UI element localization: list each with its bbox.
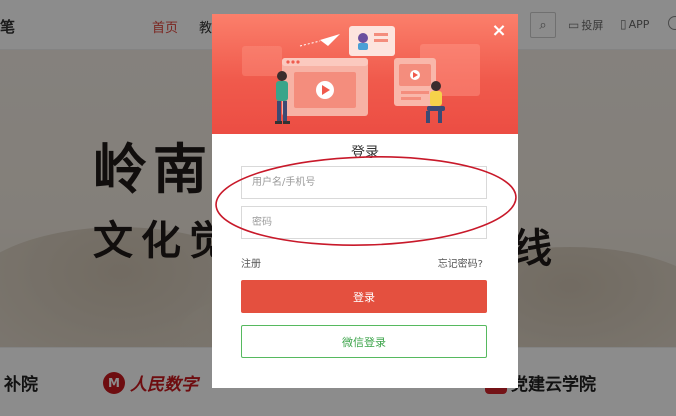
wechat-login-button[interactable]: 微信登录 [241,325,487,358]
forgot-password-link[interactable]: 忘记密码? [438,255,483,270]
login-modal: × 登录 注册 忘记密码? 登录 微信登录 [212,14,518,388]
login-button[interactable]: 登录 [241,280,487,313]
close-icon[interactable]: × [488,19,510,41]
login-title: 登录 [351,145,379,161]
online-learning-illustration [242,26,480,124]
login-illustration: × [212,14,518,134]
register-link[interactable]: 注册 [241,255,261,270]
username-input[interactable] [241,166,487,199]
password-input[interactable] [241,206,487,239]
